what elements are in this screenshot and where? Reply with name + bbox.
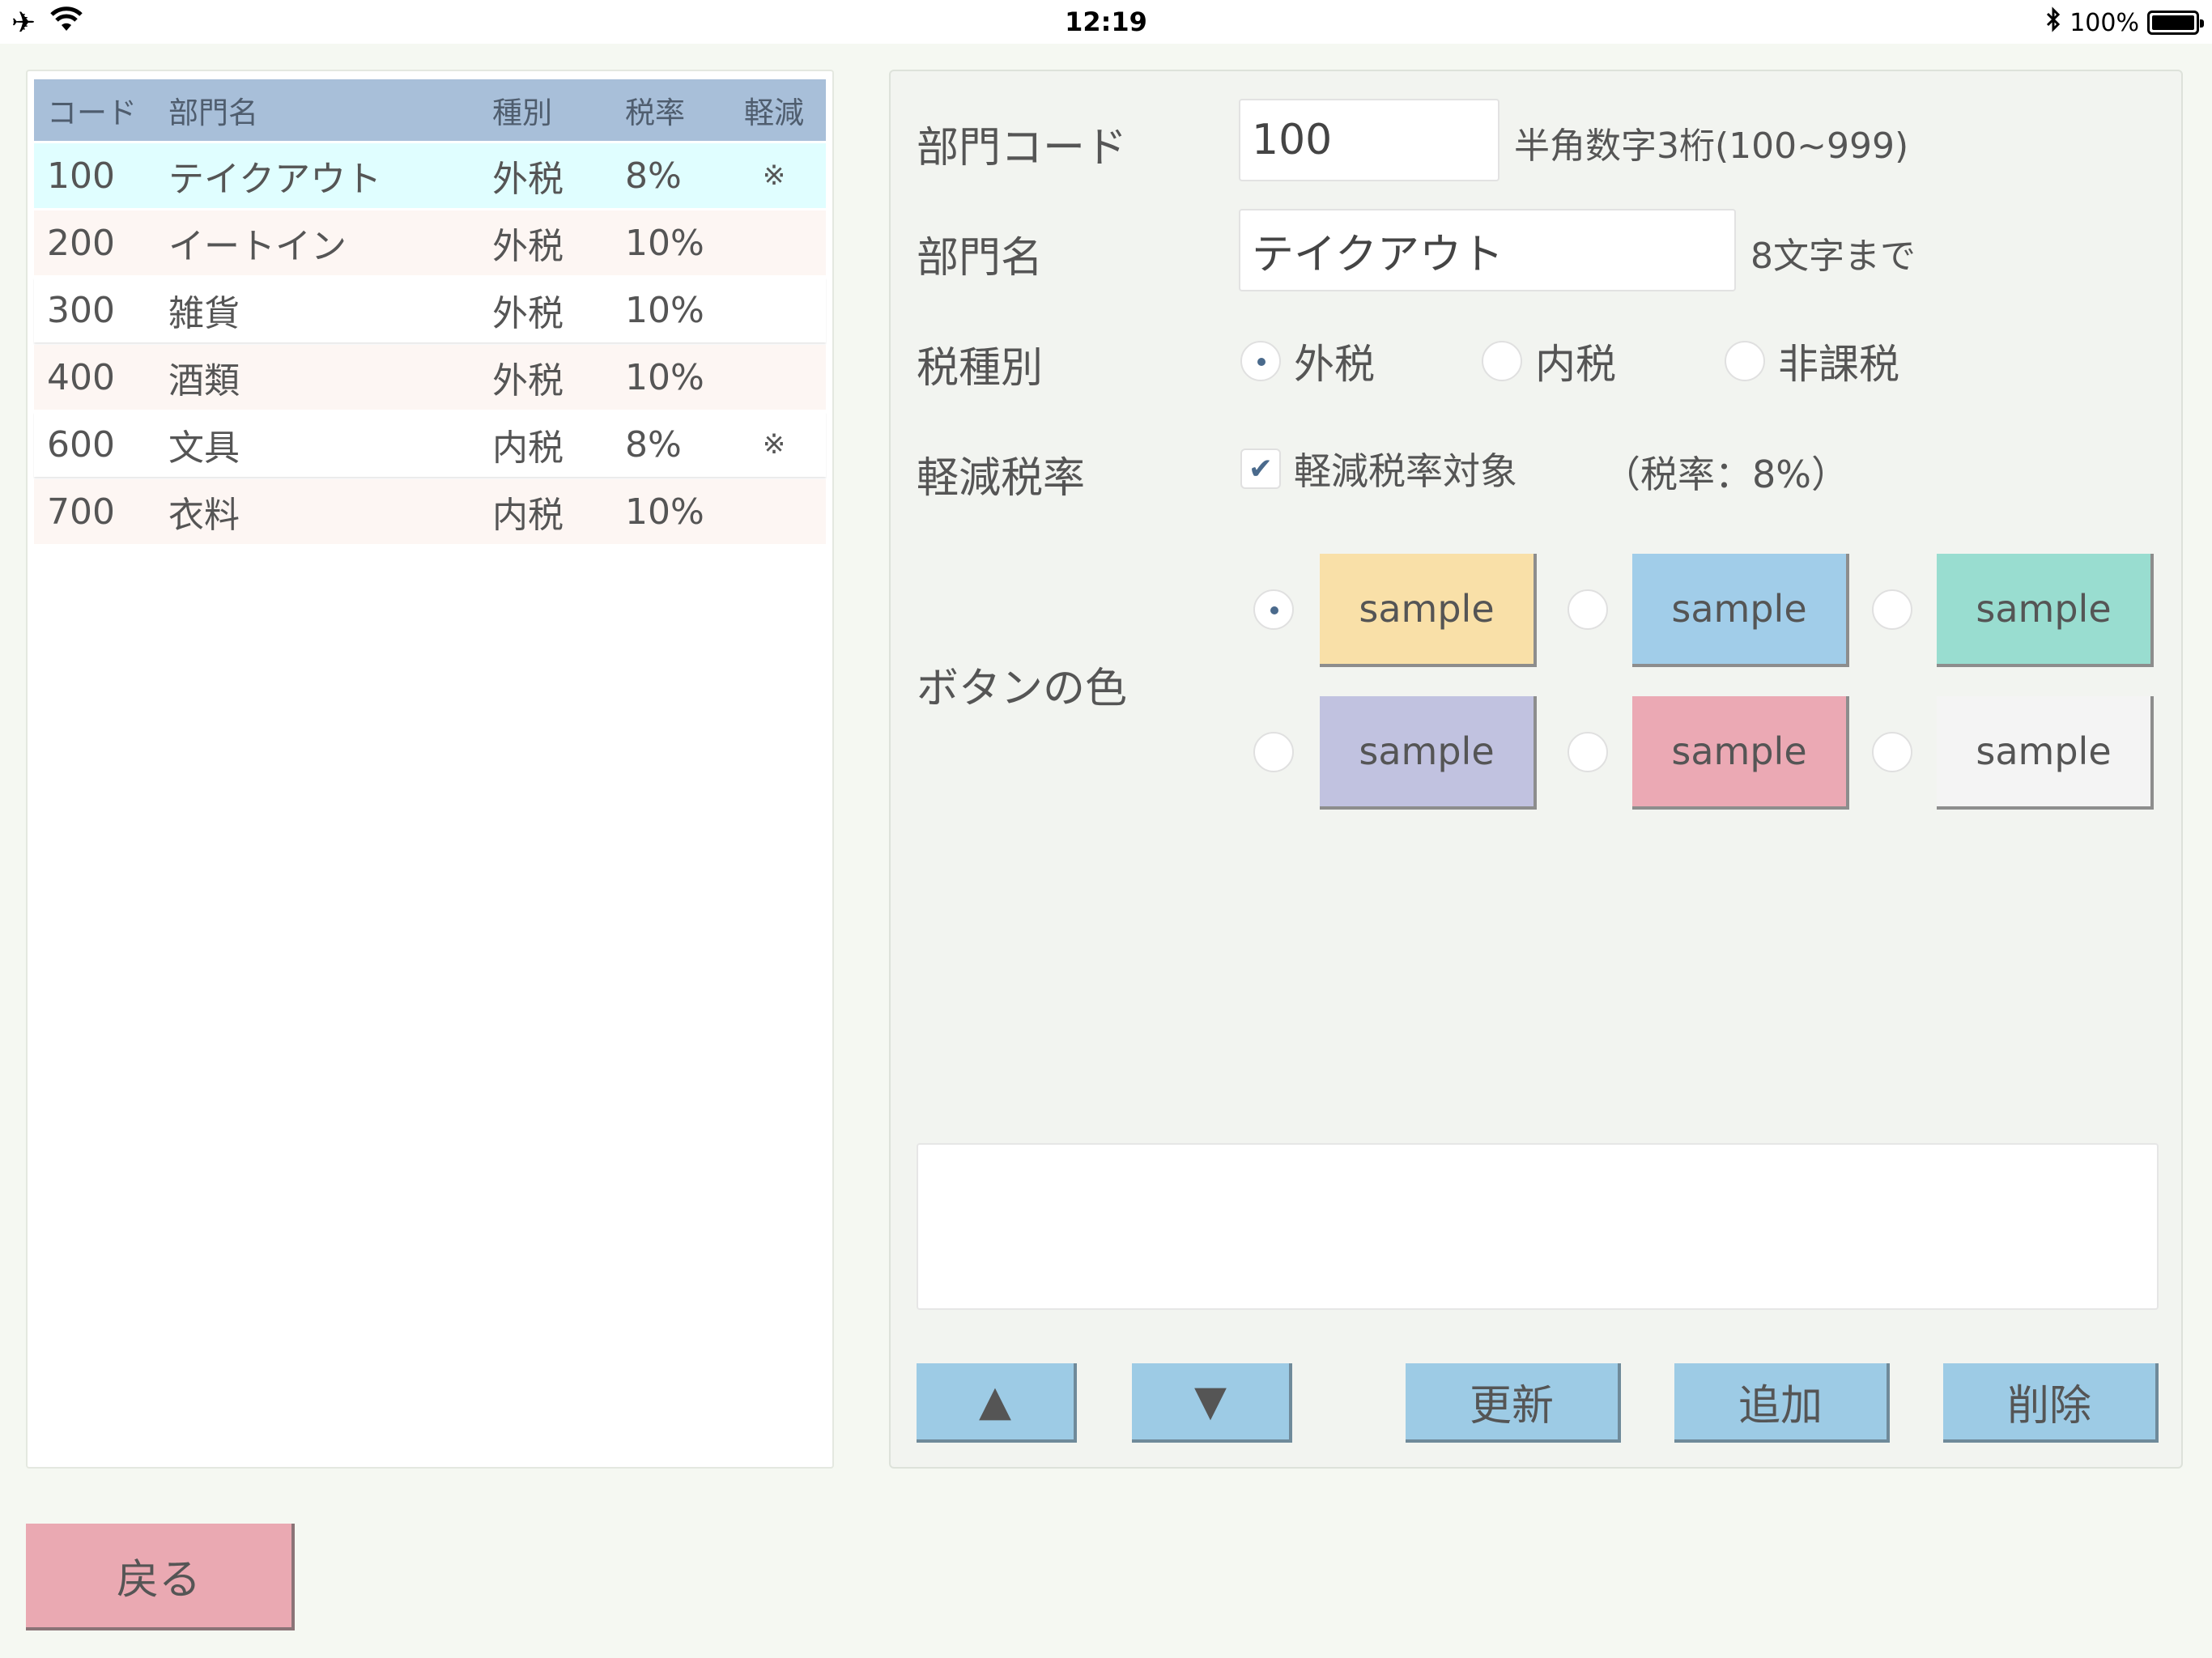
row-rate: 8% bbox=[625, 155, 682, 197]
header-type: 種別 bbox=[492, 96, 552, 130]
tax-option-uchi[interactable]: 内税 bbox=[1482, 332, 1616, 390]
row-name: 雑貨 bbox=[168, 293, 240, 334]
row-name: 文具 bbox=[168, 427, 240, 469]
checkbox-checked-icon[interactable]: ✔ bbox=[1240, 449, 1281, 489]
tax-option-soto[interactable]: 外税 bbox=[1240, 332, 1375, 390]
reduced-rate-label: 軽減税率 bbox=[917, 454, 1086, 503]
list-row[interactable]: 400 酒類 外税 10% bbox=[34, 345, 826, 410]
color-swatch-blue[interactable]: sample bbox=[1632, 554, 1849, 667]
update-button[interactable]: 更新 bbox=[1406, 1363, 1621, 1443]
radio[interactable] bbox=[1725, 341, 1765, 381]
row-rate: 10% bbox=[625, 222, 704, 264]
color-swatch-green[interactable]: sample bbox=[1937, 554, 2154, 667]
department-list[interactable]: コード 部門名 種別 税率 軽減 100 テイクアウト 外税 8% ※ 200 … bbox=[26, 70, 834, 1469]
radio[interactable] bbox=[1482, 341, 1522, 381]
row-name: 酒類 bbox=[168, 360, 240, 402]
add-button[interactable]: 追加 bbox=[1674, 1363, 1890, 1443]
tax-option-label: 内税 bbox=[1535, 341, 1616, 388]
move-up-button[interactable]: ▲ bbox=[917, 1363, 1077, 1443]
color-radio-pink[interactable] bbox=[1568, 732, 1608, 772]
status-bar: ✈ 12:19 100% bbox=[0, 0, 2212, 44]
tax-option-label: 外税 bbox=[1294, 341, 1375, 388]
status-right: 100% bbox=[2045, 6, 2204, 39]
button-color-label: ボタンの色 bbox=[917, 665, 1128, 713]
row-rate: 10% bbox=[625, 289, 704, 331]
row-code: 300 bbox=[47, 289, 115, 331]
delete-button[interactable]: 削除 bbox=[1943, 1363, 2159, 1443]
color-radio-blue[interactable] bbox=[1568, 589, 1608, 630]
row-name: テイクアウト bbox=[168, 159, 382, 200]
status-time: 12:19 bbox=[1065, 6, 1147, 37]
list-row[interactable]: 700 衣料 内税 10% bbox=[34, 479, 826, 544]
row-name: 衣料 bbox=[168, 495, 240, 536]
code-label: 部門コード bbox=[917, 124, 1128, 172]
name-input[interactable]: テイクアウト bbox=[1239, 209, 1736, 291]
radio-selected[interactable] bbox=[1240, 341, 1281, 381]
name-label: 部門名 bbox=[917, 234, 1044, 283]
list-row[interactable]: 100 テイクアウト 外税 8% ※ bbox=[34, 143, 826, 208]
row-code: 100 bbox=[47, 155, 115, 197]
row-code: 400 bbox=[47, 356, 115, 398]
row-type: 外税 bbox=[492, 360, 564, 402]
code-hint: 半角数字3桁(100~999) bbox=[1514, 125, 1909, 167]
row-name: イートイン bbox=[168, 226, 347, 267]
color-radio-green[interactable] bbox=[1872, 589, 1912, 630]
row-type: 外税 bbox=[492, 159, 564, 200]
row-type: 外税 bbox=[492, 226, 564, 267]
row-code: 200 bbox=[47, 222, 115, 264]
reduced-check-label: 軽減税率対象 bbox=[1294, 449, 1517, 493]
row-code: 700 bbox=[47, 491, 115, 533]
tax-option-label: 非課税 bbox=[1778, 341, 1899, 388]
header-name: 部門名 bbox=[168, 96, 258, 130]
color-swatch-white[interactable]: sample bbox=[1937, 696, 2154, 810]
battery-percent: 100% bbox=[2069, 8, 2139, 37]
edit-form: 部門コード 100 半角数字3桁(100~999) 部門名 テイクアウト 8文字… bbox=[889, 70, 2183, 1469]
header-code: コード bbox=[47, 96, 137, 130]
back-button[interactable]: 戻る bbox=[26, 1524, 295, 1630]
row-code: 600 bbox=[47, 423, 115, 466]
color-radio-yellow[interactable] bbox=[1253, 589, 1294, 630]
color-radio-purple[interactable] bbox=[1253, 732, 1294, 772]
bluetooth-icon bbox=[2045, 6, 2061, 39]
list-row[interactable]: 200 イートイン 外税 10% bbox=[34, 210, 826, 275]
list-row[interactable]: 300 雑貨 外税 10% bbox=[34, 278, 826, 342]
reduced-rate-text: （税率：8%） bbox=[1603, 453, 1848, 496]
name-hint: 8文字まで bbox=[1750, 236, 1916, 277]
message-area[interactable] bbox=[917, 1143, 2159, 1310]
color-swatch-purple[interactable]: sample bbox=[1320, 696, 1537, 810]
row-type: 内税 bbox=[492, 427, 564, 469]
reduced-rate-toggle[interactable]: ✔ 軽減税率対象 bbox=[1240, 442, 1517, 495]
move-down-button[interactable]: ▼ bbox=[1132, 1363, 1292, 1443]
color-radio-white[interactable] bbox=[1872, 732, 1912, 772]
list-row[interactable]: 600 文具 内税 8% ※ bbox=[34, 412, 826, 477]
row-type: 内税 bbox=[492, 495, 564, 536]
row-reduced-mark: ※ bbox=[762, 428, 786, 461]
tax-type-label: 税種別 bbox=[917, 344, 1044, 393]
row-rate: 10% bbox=[625, 491, 704, 533]
list-header: コード 部門名 種別 税率 軽減 bbox=[34, 79, 826, 141]
color-swatch-pink[interactable]: sample bbox=[1632, 696, 1849, 810]
color-swatch-yellow[interactable]: sample bbox=[1320, 554, 1537, 667]
battery-icon bbox=[2147, 11, 2204, 35]
row-type: 外税 bbox=[492, 293, 564, 334]
row-rate: 8% bbox=[625, 423, 682, 466]
row-reduced-mark: ※ bbox=[762, 159, 786, 192]
header-rate: 税率 bbox=[625, 96, 685, 130]
header-reduced: 軽減 bbox=[744, 96, 804, 130]
code-input[interactable]: 100 bbox=[1239, 99, 1499, 181]
tax-option-hikazei[interactable]: 非課税 bbox=[1725, 332, 1899, 390]
row-rate: 10% bbox=[625, 356, 704, 398]
